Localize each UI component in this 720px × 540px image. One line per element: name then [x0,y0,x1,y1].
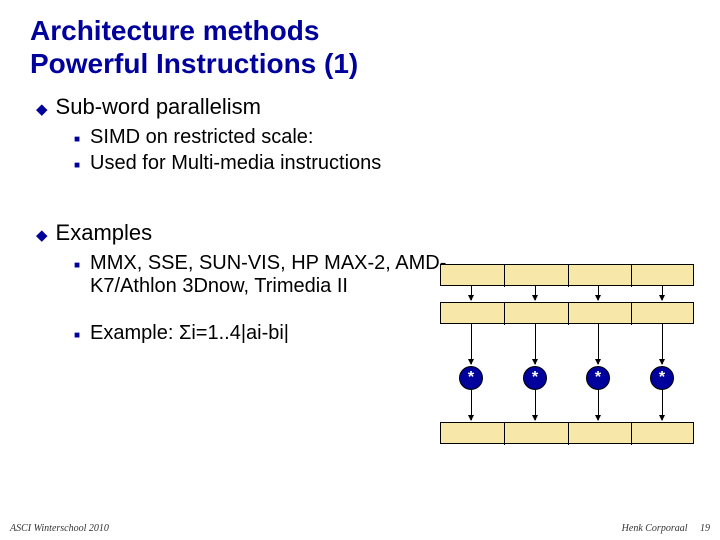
arrow-icon [662,390,663,420]
simd-diagram: * * * * [440,264,694,464]
arrow-icon [535,286,536,300]
arrow-icon [598,286,599,300]
page-number: 19 [700,523,710,534]
arrow-icon [471,286,472,300]
arrow-icon [662,324,663,364]
op-symbol: * [659,369,665,387]
bullet-multimedia: ■ Used for Multi-media instructions [74,152,454,175]
op-symbol: * [595,369,601,387]
bullet-subword: ◆ Sub-word parallelism [36,94,690,120]
square-icon: ■ [74,134,80,145]
result-bar [440,422,694,444]
bullet-text: Used for Multi-media instructions [90,152,381,175]
op-circle: * [650,366,674,390]
title-line2: Powerful Instructions (1) [30,48,358,79]
diamond-icon: ◆ [36,100,48,118]
bullet-text: SIMD on restricted scale: [90,126,313,149]
op-symbol: * [532,369,538,387]
bullet-text: MMX, SSE, SUN-VIS, HP MAX-2, AMD-K7/Athl… [90,252,454,298]
diamond-icon: ◆ [36,226,48,244]
operand-bar-b [440,302,694,324]
arrow-icon [662,286,663,300]
op-symbol: * [468,369,474,387]
slide-footer: ASCI Winterschool 2010 Henk Corporaal 19 [0,523,720,534]
slide-title: Architecture methods Powerful Instructio… [30,14,690,80]
bullet-exlist: ■ MMX, SSE, SUN-VIS, HP MAX-2, AMD-K7/At… [74,252,454,298]
arrow-icon [598,390,599,420]
bullet-text: Example: Σi=1..4|ai-bi| [90,322,289,345]
title-line1: Architecture methods [30,15,319,46]
bullet-text: Sub-word parallelism [56,94,261,120]
bullet-examples: ◆ Examples [36,220,690,246]
arrow-icon [535,324,536,364]
arrow-icon [598,324,599,364]
bullet-simd: ■ SIMD on restricted scale: [74,126,454,149]
footer-right: Henk Corporaal [622,523,688,534]
arrow-icon [471,324,472,364]
bullet-exsum: ■ Example: Σi=1..4|ai-bi| [74,322,454,345]
arrow-icon [471,390,472,420]
footer-left: ASCI Winterschool 2010 [10,523,109,534]
op-circle: * [586,366,610,390]
op-circle: * [459,366,483,390]
bullet-text: Examples [56,220,153,246]
arrow-icon [535,390,536,420]
square-icon: ■ [74,260,80,271]
square-icon: ■ [74,160,80,171]
square-icon: ■ [74,330,80,341]
op-circle: * [523,366,547,390]
operand-bar-a [440,264,694,286]
